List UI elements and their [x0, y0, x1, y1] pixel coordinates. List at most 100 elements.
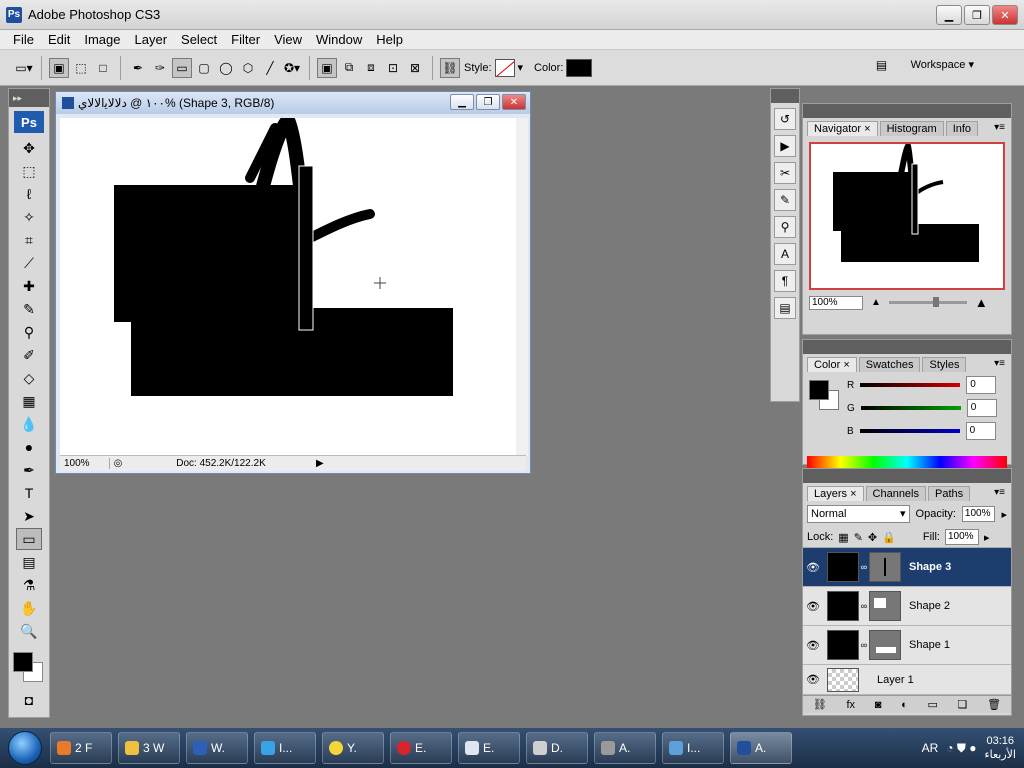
magic-wand-icon[interactable]: ✧: [16, 206, 42, 228]
doc-maximize-button[interactable]: ❐: [476, 94, 500, 110]
panel-header[interactable]: [803, 469, 1011, 483]
minimize-button[interactable]: ▁: [936, 5, 962, 25]
slider-knob[interactable]: [932, 297, 939, 307]
style-picker[interactable]: [494, 58, 515, 77]
add-mode-icon[interactable]: ⧉: [339, 58, 359, 78]
move-tool-icon[interactable]: ✥: [16, 137, 42, 159]
new-layer-icon[interactable]: ❏: [958, 698, 968, 711]
lock-position-icon[interactable]: ✥: [868, 531, 877, 544]
taskbar-item[interactable]: D.: [526, 732, 588, 764]
new-layer-mode-icon[interactable]: ▣: [317, 57, 337, 78]
clone-source-icon[interactable]: ⚲: [774, 216, 796, 238]
clone-stamp-icon[interactable]: ⚲: [16, 321, 42, 343]
taskbar-item[interactable]: A.: [594, 732, 656, 764]
close-button[interactable]: ✕: [992, 5, 1018, 25]
green-slider[interactable]: [860, 406, 961, 410]
brushes-panel-icon[interactable]: ✎: [774, 189, 796, 211]
blue-value-field[interactable]: 0: [965, 422, 996, 440]
zoom-in-icon[interactable]: ▲: [975, 295, 988, 310]
dodge-tool-icon[interactable]: ●: [16, 436, 42, 458]
ellipse-icon[interactable]: ◯: [216, 58, 236, 78]
marquee-tool-icon[interactable]: ⬚: [16, 160, 42, 182]
hand-tool-icon[interactable]: ✋: [16, 597, 42, 619]
tab-layers[interactable]: Layers ×: [807, 486, 864, 501]
layer-row-layer-1[interactable]: 👁 Layer 1: [803, 665, 1011, 695]
history-panel-icon[interactable]: ↺: [774, 108, 796, 130]
slice-tool-icon[interactable]: ⟋: [16, 252, 42, 274]
freeform-pen-icon[interactable]: ✑: [150, 58, 170, 78]
taskbar-item[interactable]: W.: [186, 732, 248, 764]
character-panel-icon[interactable]: A: [774, 243, 796, 265]
fill-arrow-icon[interactable]: ▸: [984, 531, 990, 544]
intersect-mode-icon[interactable]: ⊡: [383, 58, 403, 78]
start-button[interactable]: [0, 728, 50, 768]
quick-mask-icon[interactable]: ◘: [16, 689, 42, 711]
shape-layers-icon[interactable]: ▣: [49, 57, 69, 78]
layer-row-shape-3[interactable]: 👁 ∞ Shape 3: [803, 548, 1011, 587]
layer-comps-icon[interactable]: ▤: [774, 297, 796, 319]
taskbar-item[interactable]: I...: [662, 732, 724, 764]
doc-minimize-button[interactable]: ▁: [450, 94, 474, 110]
tab-navigator[interactable]: Navigator ×: [807, 121, 878, 136]
foreground-color-swatch[interactable]: [13, 652, 33, 672]
workspace-button[interactable]: Workspace ▾: [901, 54, 984, 75]
menu-file[interactable]: File: [6, 30, 41, 50]
taskbar-item[interactable]: E.: [458, 732, 520, 764]
menu-window[interactable]: Window: [309, 30, 369, 50]
path-selection-icon[interactable]: ➤: [16, 505, 42, 527]
clock[interactable]: 03:16 الأربعاء: [984, 734, 1016, 762]
document-titlebar[interactable]: ١٠٠ @ ﺩﻻﻻﻳﺍﻻﻻﻱ% (Shape 3, RGB/8) ▁ ❐ ✕: [56, 92, 530, 114]
document-zoom[interactable]: 100%: [60, 458, 110, 469]
tab-histogram[interactable]: Histogram: [879, 121, 944, 136]
vector-mask-thumbnail[interactable]: [869, 591, 901, 621]
panel-menu-icon[interactable]: ▾≡: [994, 487, 1005, 498]
pen-tool-icon[interactable]: ✒: [16, 459, 42, 481]
doc-close-button[interactable]: ✕: [502, 94, 526, 110]
rounded-rectangle-icon[interactable]: ▢: [194, 58, 214, 78]
eye-icon[interactable]: 👁: [803, 673, 823, 686]
blur-tool-icon[interactable]: 💧: [16, 413, 42, 435]
lasso-tool-icon[interactable]: ℓ: [16, 183, 42, 205]
actions-panel-icon[interactable]: ▶: [774, 135, 796, 157]
taskbar-item[interactable]: A.: [730, 732, 792, 764]
crop-tool-icon[interactable]: ⌗: [16, 229, 42, 251]
fill-field[interactable]: 100%: [944, 529, 979, 545]
adjustment-layer-icon[interactable]: ◐: [901, 699, 908, 711]
eyedropper-icon[interactable]: ⚗: [16, 574, 42, 596]
notes-tool-icon[interactable]: ▤: [16, 551, 42, 573]
tool-presets-icon[interactable]: ✂: [774, 162, 796, 184]
document-vertical-scrollbar[interactable]: [516, 118, 528, 456]
pen-tool-icon[interactable]: ✒: [128, 58, 148, 78]
polygon-icon[interactable]: ⬡: [238, 58, 258, 78]
layer-row-shape-2[interactable]: 👁 ∞ Shape 2: [803, 587, 1011, 626]
lock-image-icon[interactable]: ✎: [854, 531, 863, 544]
tab-color[interactable]: Color ×: [807, 357, 857, 372]
menu-help[interactable]: Help: [369, 30, 410, 50]
brush-tool-icon[interactable]: ✎: [16, 298, 42, 320]
green-value-field[interactable]: 0: [966, 399, 997, 417]
panel-menu-icon[interactable]: ▾≡: [994, 122, 1005, 133]
tray-icons[interactable]: ◔ ⛊ ●: [946, 741, 976, 756]
status-menu-icon[interactable]: ◎: [110, 458, 126, 469]
rectangle-tool-icon[interactable]: ▭: [16, 528, 42, 550]
paragraph-panel-icon[interactable]: ¶: [774, 270, 796, 292]
menu-filter[interactable]: Filter: [224, 30, 267, 50]
menu-layer[interactable]: Layer: [128, 30, 175, 50]
eye-icon[interactable]: 👁: [803, 600, 823, 613]
layer-row-shape-1[interactable]: 👁 ∞ Shape 1: [803, 626, 1011, 665]
panel-menu-icon[interactable]: ▾≡: [994, 358, 1005, 369]
eye-icon[interactable]: 👁: [803, 639, 823, 652]
paths-icon[interactable]: ⬚: [71, 58, 91, 78]
photoshop-logo-icon[interactable]: Ps: [14, 111, 44, 133]
taskbar-item[interactable]: 3 W: [118, 732, 180, 764]
maximize-button[interactable]: ❐: [964, 5, 990, 25]
panel-header[interactable]: [803, 104, 1011, 118]
taskbar-item[interactable]: Y.: [322, 732, 384, 764]
taskbar-item[interactable]: E.: [390, 732, 452, 764]
type-tool-icon[interactable]: T: [16, 482, 42, 504]
taskbar-item[interactable]: I...: [254, 732, 316, 764]
panel-header[interactable]: [803, 340, 1011, 354]
blend-mode-select[interactable]: Normal ▾: [807, 505, 910, 523]
delete-layer-icon[interactable]: 🗑: [987, 698, 1001, 711]
exclude-mode-icon[interactable]: ⊠: [405, 58, 425, 78]
